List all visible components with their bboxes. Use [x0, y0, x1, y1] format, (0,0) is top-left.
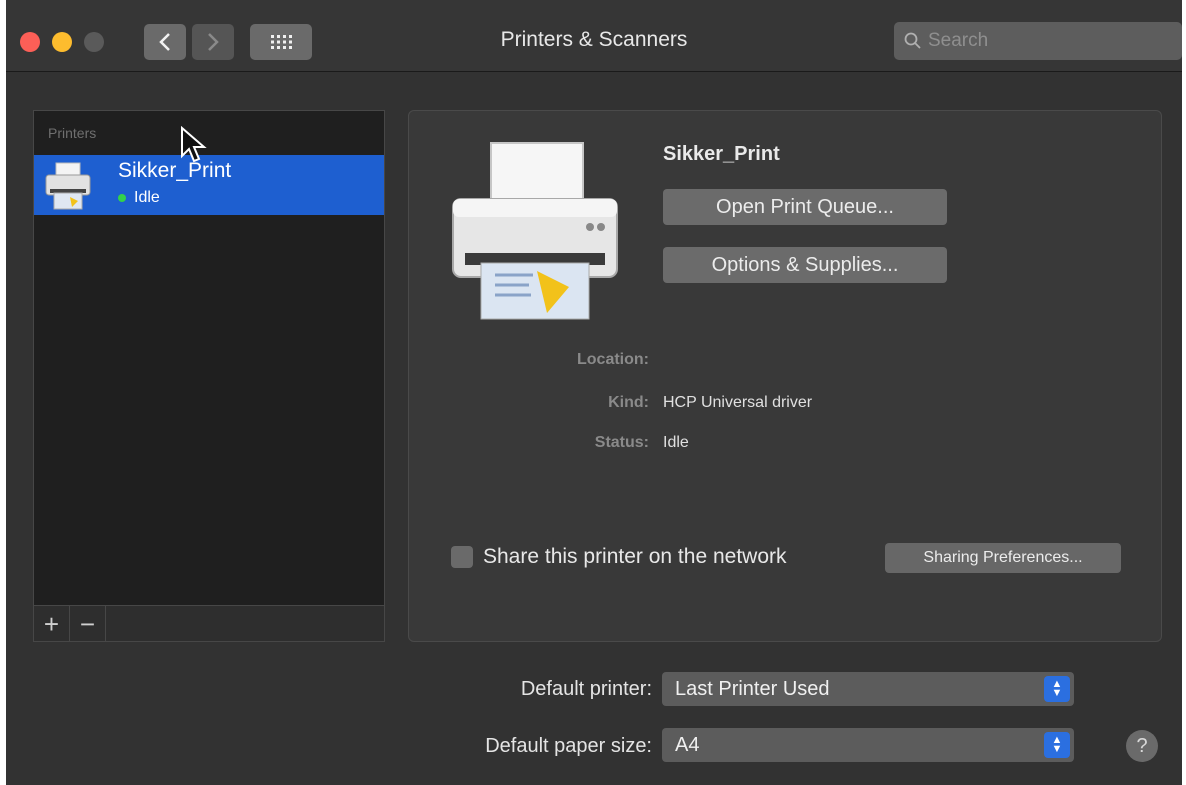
printer-name: Sikker_Print: [118, 159, 232, 182]
share-printer-label: Share this printer on the network: [483, 545, 787, 568]
chevron-updown-icon: ▲ ▼: [1044, 732, 1070, 758]
default-paper-select[interactable]: A4 ▲ ▼: [662, 728, 1074, 762]
status-dot-icon: [118, 194, 126, 202]
mouse-cursor-icon: [181, 126, 207, 163]
search-input[interactable]: [928, 30, 1158, 52]
options-supplies-button[interactable]: Options & Supplies...: [663, 247, 947, 283]
sidebar-toolbar: + −: [34, 605, 384, 642]
printer-detail-panel: Sikker_Print Open Print Queue... Options…: [408, 110, 1162, 642]
show-all-button[interactable]: [250, 24, 312, 60]
default-paper-label: Default paper size:: [485, 735, 652, 757]
default-printer-select[interactable]: Last Printer Used ▲ ▼: [662, 672, 1074, 706]
minimize-button[interactable]: [52, 32, 72, 52]
chevron-updown-icon: ▲ ▼: [1044, 676, 1070, 702]
status-label: Status:: [594, 434, 649, 451]
sidebar-header: Printers: [48, 125, 97, 141]
printers-sidebar: Printers Sikker_Print Idle + −: [33, 110, 385, 642]
printer-status-text: Idle: [134, 189, 160, 206]
kind-label: Kind:: [608, 394, 649, 411]
location-label: Location:: [577, 351, 649, 368]
printer-icon: [45, 162, 91, 210]
search-icon: [904, 32, 921, 49]
help-button[interactable]: ?: [1126, 730, 1158, 762]
close-button[interactable]: [20, 32, 40, 52]
status-value: Idle: [663, 434, 689, 451]
add-printer-button[interactable]: +: [34, 606, 70, 642]
zoom-button[interactable]: [84, 32, 104, 52]
chevron-left-icon: [159, 33, 170, 51]
sharing-preferences-button[interactable]: Sharing Preferences...: [885, 543, 1121, 573]
kind-value: HCP Universal driver: [663, 394, 813, 411]
share-printer-row: Share this printer on the network: [451, 545, 787, 569]
back-button[interactable]: [144, 24, 186, 60]
remove-printer-button[interactable]: −: [70, 606, 106, 642]
default-paper-value: A4: [675, 733, 700, 756]
search-field[interactable]: [894, 22, 1182, 60]
open-print-queue-button[interactable]: Open Print Queue...: [663, 189, 947, 225]
title-bar: Printers & Scanners: [6, 0, 1182, 72]
share-printer-checkbox[interactable]: [451, 546, 473, 568]
forward-button[interactable]: [192, 24, 234, 60]
default-printer-label: Default printer:: [520, 678, 652, 700]
preferences-window: Printers & Scanners Printers Sikker_Prin…: [6, 0, 1182, 785]
grid-icon: [271, 35, 292, 49]
default-printer-value: Last Printer Used: [675, 677, 830, 700]
chevron-right-icon: [208, 33, 219, 51]
printer-title: Sikker_Print: [663, 143, 780, 165]
printer-icon: [452, 142, 618, 320]
printer-status: Idle: [118, 189, 160, 207]
